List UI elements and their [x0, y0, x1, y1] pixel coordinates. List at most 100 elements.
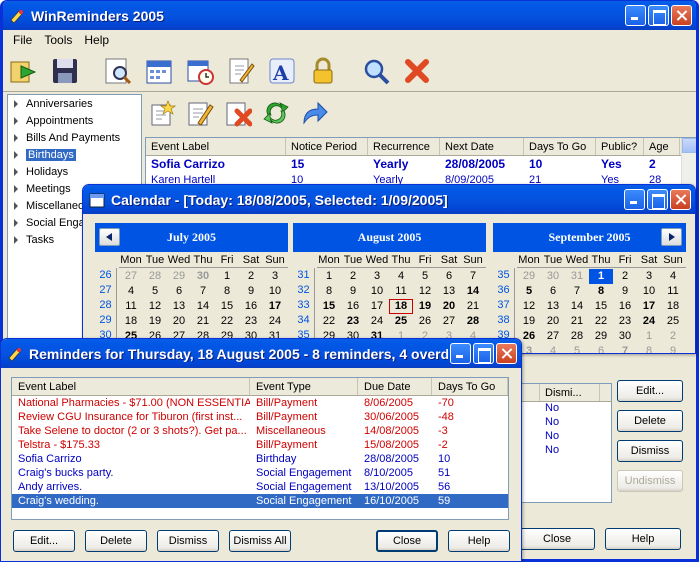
calendar-day[interactable]: 21 — [565, 314, 589, 329]
maximize-button[interactable] — [473, 343, 494, 364]
calendar-day[interactable]: 8 — [637, 344, 661, 353]
calendar-day[interactable]: 6 — [589, 344, 613, 353]
calendar-day[interactable]: 20 — [541, 314, 565, 329]
close-window-button[interactable] — [670, 189, 691, 210]
col-dismissed[interactable]: Dismi... — [540, 384, 600, 401]
calendar-day[interactable]: 14 — [191, 299, 215, 314]
main-close-button[interactable]: Close — [519, 528, 595, 550]
maximize-button[interactable] — [647, 189, 668, 210]
calendar-day[interactable]: 22 — [317, 314, 341, 329]
calendar-day[interactable]: 1 — [317, 269, 341, 284]
col-days-to-go[interactable]: Days To Go — [432, 378, 508, 395]
week-number[interactable]: 36 — [493, 283, 514, 298]
calendar-day[interactable]: 28 — [565, 329, 589, 344]
calendar-day[interactable]: 22 — [589, 314, 613, 329]
calendar-day[interactable]: 27 — [119, 269, 143, 284]
edit-button[interactable]: Edit... — [617, 380, 683, 402]
calendar-day[interactable]: 5 — [517, 284, 541, 299]
table-row[interactable]: Take Selene to doctor (2 or 3 shots?). G… — [12, 424, 508, 438]
expand-arrow-icon[interactable] — [14, 184, 18, 193]
col-recurrence[interactable]: Recurrence — [368, 138, 440, 155]
calendar-day[interactable]: 14 — [565, 299, 589, 314]
calendar-day[interactable]: 7 — [613, 344, 637, 353]
week-number[interactable]: 28 — [95, 298, 116, 313]
week-number[interactable]: 34 — [293, 313, 314, 328]
reminders-titlebar[interactable]: Reminders for Thursday, 18 August 2005 -… — [1, 339, 521, 368]
calendar-day[interactable]: 30 — [613, 329, 637, 344]
calendar-day[interactable]: 7 — [565, 284, 589, 299]
list-item[interactable]: No — [518, 402, 611, 416]
calendar-day[interactable]: 3 — [263, 269, 287, 284]
calendar-day[interactable]: 6 — [167, 284, 191, 299]
new-event-icon[interactable] — [145, 95, 179, 131]
week-number[interactable]: 33 — [293, 298, 314, 313]
calendar-day[interactable]: 25 — [389, 314, 413, 329]
tree-item-holidays[interactable]: Holidays — [8, 163, 141, 180]
calendar-day[interactable]: 9 — [341, 284, 365, 299]
calendar-day[interactable]: 26 — [413, 314, 437, 329]
calendar-day[interactable]: 8 — [215, 284, 239, 299]
calendar-day[interactable]: 7 — [191, 284, 215, 299]
week-number[interactable]: 27 — [95, 283, 116, 298]
table-row[interactable]: Review CGU Insurance for Tiburon (first … — [12, 410, 508, 424]
calendar-day[interactable]: 4 — [119, 284, 143, 299]
calendar-day[interactable]: 13 — [541, 299, 565, 314]
menu-help[interactable]: Help — [78, 33, 115, 47]
tree-item-bills[interactable]: Bills And Payments — [8, 129, 141, 146]
tree-item-birthdays[interactable]: Birthdays — [8, 146, 141, 163]
week-number[interactable]: 31 — [293, 268, 314, 283]
expand-arrow-icon[interactable] — [14, 99, 18, 108]
calendar-day[interactable]: 24 — [263, 314, 287, 329]
calendar-day[interactable]: 5 — [143, 284, 167, 299]
find-icon[interactable] — [359, 54, 393, 88]
calendar-day[interactable]: 25 — [661, 314, 685, 329]
list-item[interactable]: No — [518, 444, 611, 458]
table-row[interactable]: Sofia Carrizo 15 Yearly 28/08/2005 10 Ye… — [146, 156, 696, 172]
col-event-type[interactable]: Event Type — [250, 378, 358, 395]
calendar-day[interactable]: 28 — [461, 314, 485, 329]
minimize-button[interactable] — [624, 189, 645, 210]
col-due-date[interactable]: Due Date — [358, 378, 432, 395]
calendar-day[interactable]: 20 — [437, 299, 461, 314]
calendar-icon[interactable] — [142, 54, 176, 88]
calendar-titlebar[interactable]: Calendar - [Today: 18/08/2005, Selected:… — [83, 185, 695, 214]
calendar-day[interactable]: 21 — [461, 299, 485, 314]
dismiss-all-button[interactable]: Dismiss All — [229, 530, 291, 552]
calendar-day[interactable]: 18 — [389, 299, 413, 314]
save-icon[interactable] — [48, 54, 82, 88]
calendar-day[interactable]: 29 — [517, 269, 541, 284]
menu-tools[interactable]: Tools — [38, 33, 78, 47]
minimize-button[interactable] — [625, 5, 646, 26]
calendar-day[interactable]: 11 — [119, 299, 143, 314]
close-window-button[interactable] — [496, 343, 517, 364]
calendar-day[interactable]: 12 — [143, 299, 167, 314]
table-row[interactable]: Andy arrives. Social Engagement 13/10/2005… — [12, 480, 508, 494]
next-month-button[interactable] — [661, 228, 682, 246]
week-number[interactable]: 29 — [95, 313, 116, 328]
delete-icon[interactable] — [400, 54, 434, 88]
fonts-icon[interactable]: A — [265, 54, 299, 88]
week-number[interactable]: 35 — [493, 268, 514, 283]
calendar-day[interactable]: 15 — [317, 299, 341, 314]
calendar-day[interactable]: 2 — [661, 329, 685, 344]
calendar-day[interactable]: 17 — [263, 299, 287, 314]
calendar-day[interactable]: 19 — [413, 299, 437, 314]
calendar-day[interactable]: 23 — [613, 314, 637, 329]
calendar-day[interactable]: 15 — [215, 299, 239, 314]
menu-file[interactable]: File — [7, 33, 38, 47]
calendar-day[interactable]: 13 — [167, 299, 191, 314]
col-days-to-go[interactable]: Days To Go — [524, 138, 596, 155]
calendar-day[interactable]: 16 — [341, 299, 365, 314]
undismiss-button[interactable]: Undismiss — [617, 470, 683, 492]
close-window-button[interactable] — [671, 5, 692, 26]
calendar-day[interactable]: 9 — [661, 344, 685, 353]
calendar-day[interactable]: 24 — [637, 314, 661, 329]
list-item[interactable]: No — [518, 416, 611, 430]
tree-item-anniversaries[interactable]: Anniversaries — [8, 95, 141, 112]
calendar-day[interactable]: 2 — [613, 269, 637, 284]
calendar-day[interactable]: 12 — [517, 299, 541, 314]
scroll-up-button[interactable] — [682, 138, 696, 153]
calendar-day[interactable]: 16 — [239, 299, 263, 314]
calendar-day[interactable]: 3 — [365, 269, 389, 284]
calendar-day[interactable]: 13 — [437, 284, 461, 299]
